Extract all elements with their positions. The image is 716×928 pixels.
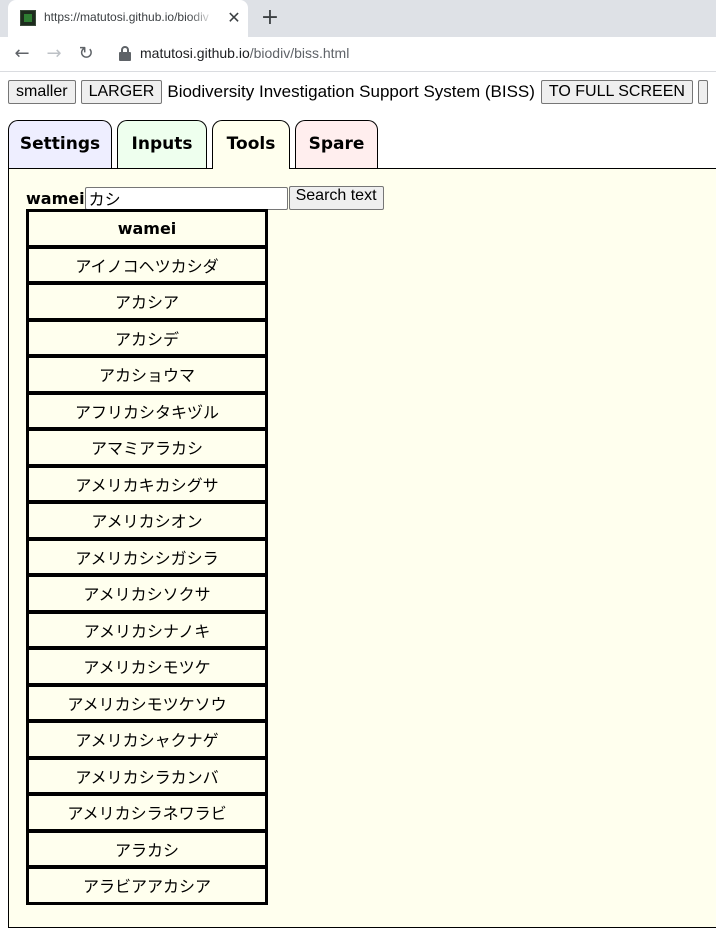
table-cell[interactable]: アメリカシシガシラ xyxy=(27,538,267,575)
table-row: アカショウマ xyxy=(27,356,267,393)
tools-panel: wamei Search text wamei アイノコヘツカシダ アカシア ア… xyxy=(8,168,716,928)
browser-tab-strip: https://matutosi.github.io/biodiv ✕ + xyxy=(0,0,716,37)
table-cell[interactable]: アカシア xyxy=(27,283,267,320)
table-cell[interactable]: アメリカシラカンバ xyxy=(27,757,267,794)
tab-inputs[interactable]: Inputs xyxy=(117,120,207,168)
search-text-button[interactable]: Search text xyxy=(288,186,384,210)
table-row: アメリカキカシグサ xyxy=(27,465,267,502)
table-cell[interactable]: アマミアラカシ xyxy=(27,429,267,466)
table-row: アメリカシナノキ xyxy=(27,611,267,648)
lock-icon[interactable] xyxy=(118,46,132,62)
tab-spare[interactable]: Spare xyxy=(295,120,378,168)
table-cell[interactable]: アメリカシャクナゲ xyxy=(27,721,267,758)
app-topbar: smaller LARGER Biodiversity Investigatio… xyxy=(8,80,713,104)
table-row: アメリカシオン xyxy=(27,502,267,539)
table-cell[interactable]: アカショウマ xyxy=(27,356,267,393)
tab-tools[interactable]: Tools xyxy=(212,120,290,169)
url-path: /biodiv/biss.html xyxy=(249,45,350,61)
page-content: smaller LARGER Biodiversity Investigatio… xyxy=(0,72,716,928)
table-cell[interactable]: アメリカシソクサ xyxy=(27,575,267,612)
table-row: アメリカシモツケソウ xyxy=(27,684,267,721)
table-row: アフリカシタキヅル xyxy=(27,392,267,429)
table-row: アメリカシラネワラビ xyxy=(27,794,267,831)
table-cell[interactable]: アイノコヘツカシダ xyxy=(27,246,267,283)
table-cell[interactable]: アメリカシラネワラビ xyxy=(27,794,267,831)
larger-button[interactable]: LARGER xyxy=(80,80,163,104)
table-row: アメリカシラカンバ xyxy=(27,757,267,794)
app-title: Biodiversity Investigation Support Syste… xyxy=(167,82,535,101)
table-cell[interactable]: アカシデ xyxy=(27,319,267,356)
table-row: アカシア xyxy=(27,283,267,320)
browser-toolbar: ← → ↻ matutosi.github.io/biodiv/biss.htm… xyxy=(0,37,716,72)
full-screen-button[interactable]: TO FULL SCREEN xyxy=(540,80,693,104)
table-cell[interactable]: アフリカシタキヅル xyxy=(27,392,267,429)
overflow-button[interactable] xyxy=(697,80,708,104)
table-cell[interactable]: アメリカシナノキ xyxy=(27,611,267,648)
address-bar[interactable]: matutosi.github.io/biodiv/biss.html xyxy=(140,45,349,61)
close-tab-icon[interactable]: ✕ xyxy=(226,8,242,28)
table-row: アラカシ xyxy=(27,830,267,867)
browser-tab[interactable]: https://matutosi.github.io/biodiv ✕ xyxy=(8,0,248,37)
forward-arrow-icon[interactable]: → xyxy=(42,43,66,65)
table-row: アメリカシシガシラ xyxy=(27,538,267,575)
table-cell[interactable]: アメリカシモツケ xyxy=(27,648,267,685)
search-label: wamei xyxy=(26,188,85,208)
table-cell[interactable]: アラカシ xyxy=(27,830,267,867)
table-row: アメリカシソクサ xyxy=(27,575,267,612)
table-cell[interactable]: アメリカシオン xyxy=(27,502,267,539)
table-row: アカシデ xyxy=(27,319,267,356)
table-cell[interactable]: アメリカキカシグサ xyxy=(27,465,267,502)
search-input[interactable] xyxy=(84,186,288,210)
favicon-icon xyxy=(20,10,36,26)
table-header-row: wamei xyxy=(27,210,267,247)
results-table: wamei アイノコヘツカシダ アカシア アカシデ アカショウマ アフリカシタキ… xyxy=(26,209,268,905)
new-tab-icon[interactable]: + xyxy=(258,6,282,30)
back-arrow-icon[interactable]: ← xyxy=(10,43,34,65)
table-row: アメリカシャクナゲ xyxy=(27,721,267,758)
table-row: アイノコヘツカシダ xyxy=(27,246,267,283)
table-row: アマミアラカシ xyxy=(27,429,267,466)
tab-settings[interactable]: Settings xyxy=(8,120,112,168)
column-header-wamei[interactable]: wamei xyxy=(27,210,267,247)
browser-tab-title: https://matutosi.github.io/biodiv xyxy=(44,10,209,24)
table-row: アメリカシモツケ xyxy=(27,648,267,685)
table-cell[interactable]: アラビアアカシア xyxy=(27,867,267,904)
smaller-button[interactable]: smaller xyxy=(8,80,76,104)
url-host: matutosi.github.io xyxy=(140,45,250,61)
table-row: アラビアアカシア xyxy=(27,867,267,904)
reload-icon[interactable]: ↻ xyxy=(74,43,98,65)
table-cell[interactable]: アメリカシモツケソウ xyxy=(27,684,267,721)
search-row: wamei Search text xyxy=(26,186,384,210)
